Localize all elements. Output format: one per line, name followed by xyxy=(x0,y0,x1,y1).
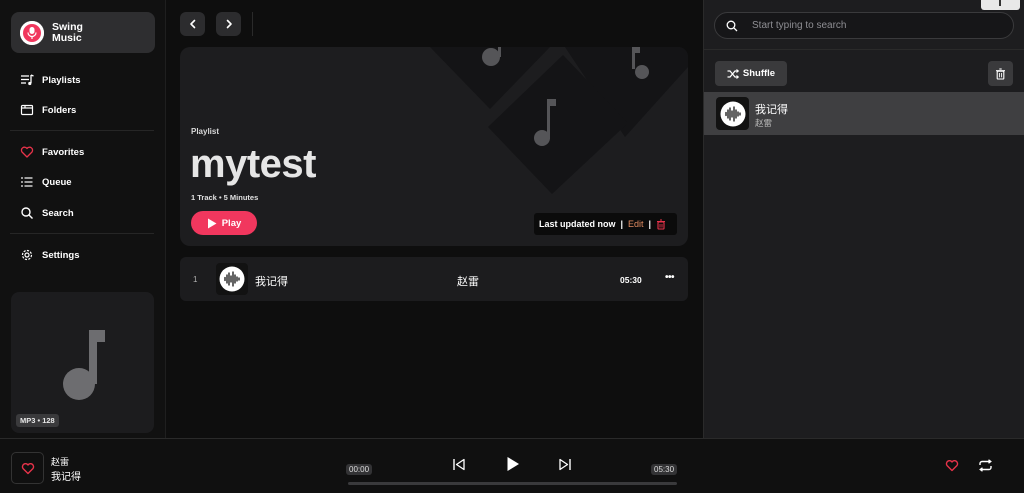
queue-item-title: 我记得 xyxy=(755,104,788,116)
separator: | xyxy=(620,219,624,229)
format-badge: MP3 • 128 xyxy=(16,414,59,427)
last-updated-text: Last updated now xyxy=(539,219,616,229)
play-icon xyxy=(207,218,217,228)
queue-thumbnail xyxy=(716,97,749,130)
sidebar-item-settings[interactable]: Settings xyxy=(20,247,79,263)
gear-icon xyxy=(21,249,33,261)
now-playing-artwork[interactable]: MP3 • 128 xyxy=(11,292,154,433)
list-item[interactable]: 我记得 赵雷 xyxy=(704,92,1024,135)
waveform-icon xyxy=(720,101,745,126)
search-icon xyxy=(21,207,33,219)
heart-icon[interactable] xyxy=(945,459,959,472)
playlist-meta: 1 Track • 5 Minutes xyxy=(191,193,259,202)
search-icon xyxy=(726,20,738,31)
track-thumbnail xyxy=(216,263,248,295)
progress-bar[interactable] xyxy=(348,482,677,485)
delete-playlist-icon[interactable] xyxy=(656,218,666,230)
track-duration: 05:30 xyxy=(620,275,642,285)
forward-button[interactable] xyxy=(216,12,241,36)
playlist-header: Playlist mytest 1 Track • 5 Minutes Play… xyxy=(180,47,688,246)
search-input[interactable] xyxy=(752,20,992,31)
track-artist[interactable]: 赵雷 xyxy=(457,273,479,289)
divider xyxy=(704,49,1024,50)
previous-icon[interactable] xyxy=(452,458,466,471)
sidebar-item-label: Search xyxy=(42,207,74,219)
repeat-icon[interactable] xyxy=(978,459,993,472)
play-button[interactable]: Play xyxy=(191,211,257,235)
sidebar: Swing Music Playlists Folders Favorites xyxy=(0,0,166,438)
chevron-right-icon xyxy=(226,19,232,29)
folder-icon xyxy=(20,104,34,116)
sidebar-item-label: Favorites xyxy=(42,146,85,158)
app-logo[interactable]: Swing Music xyxy=(11,12,155,53)
total-time: 05:30 xyxy=(651,464,678,475)
trash-icon xyxy=(996,67,1005,80)
edit-link[interactable]: Edit xyxy=(628,219,644,229)
next-icon[interactable] xyxy=(558,458,572,471)
play-button-label: Play xyxy=(221,217,242,229)
play-icon[interactable] xyxy=(506,456,520,472)
right-panel: Shuffle 我记得 赵雷 xyxy=(703,0,1024,438)
sidebar-item-queue[interactable]: Queue xyxy=(20,174,72,190)
sidebar-item-label: Queue xyxy=(42,176,72,188)
panel-toggle-tab[interactable] xyxy=(981,0,1020,10)
more-options-icon[interactable]: ••• xyxy=(665,272,675,283)
sidebar-item-folders[interactable]: Folders xyxy=(20,102,76,118)
sidebar-item-search[interactable]: Search xyxy=(20,205,74,221)
playlist-type-label: Playlist xyxy=(191,127,220,136)
heart-icon xyxy=(20,146,34,158)
track-title[interactable]: 我记得 xyxy=(255,273,288,289)
divider xyxy=(10,233,154,234)
logo-mic-icon xyxy=(20,20,44,45)
app-name: Swing Music xyxy=(52,20,83,44)
page-title: mytest xyxy=(190,142,316,186)
player-bar: 赵雷 我记得 00:00 05:30 xyxy=(0,438,1024,493)
sidebar-item-label: Folders xyxy=(42,104,77,116)
search-box[interactable] xyxy=(714,12,1014,39)
heart-icon xyxy=(21,462,34,474)
divider xyxy=(10,130,154,131)
track-index: 1 xyxy=(193,275,198,284)
current-time: 00:00 xyxy=(346,464,373,475)
table-row[interactable]: 1 我记得 赵雷 05:30 ••• xyxy=(180,257,688,301)
shuffle-button[interactable]: Shuffle xyxy=(715,61,787,86)
player-artist[interactable]: 赵雷 xyxy=(51,455,69,468)
divider xyxy=(252,12,253,36)
last-updated-box: Last updated now | Edit | xyxy=(534,213,677,235)
separator: | xyxy=(648,219,652,229)
player-title[interactable]: 我记得 xyxy=(51,468,81,483)
favorite-button[interactable] xyxy=(11,452,44,484)
sidebar-item-label: Playlists xyxy=(42,74,81,86)
music-note-icon xyxy=(63,330,105,400)
sidebar-item-label: Settings xyxy=(42,249,80,261)
chevron-left-icon xyxy=(189,19,195,29)
back-button[interactable] xyxy=(180,12,205,36)
sidebar-item-playlists[interactable]: Playlists xyxy=(20,72,81,88)
sidebar-item-favorites[interactable]: Favorites xyxy=(20,144,84,160)
clear-queue-button[interactable] xyxy=(988,61,1013,86)
playlist-icon xyxy=(21,74,34,86)
queue-icon xyxy=(21,177,33,187)
queue-item-artist: 赵雷 xyxy=(755,118,773,128)
waveform-icon xyxy=(219,266,245,292)
shuffle-icon xyxy=(727,68,739,79)
shuffle-label: Shuffle xyxy=(742,68,776,79)
